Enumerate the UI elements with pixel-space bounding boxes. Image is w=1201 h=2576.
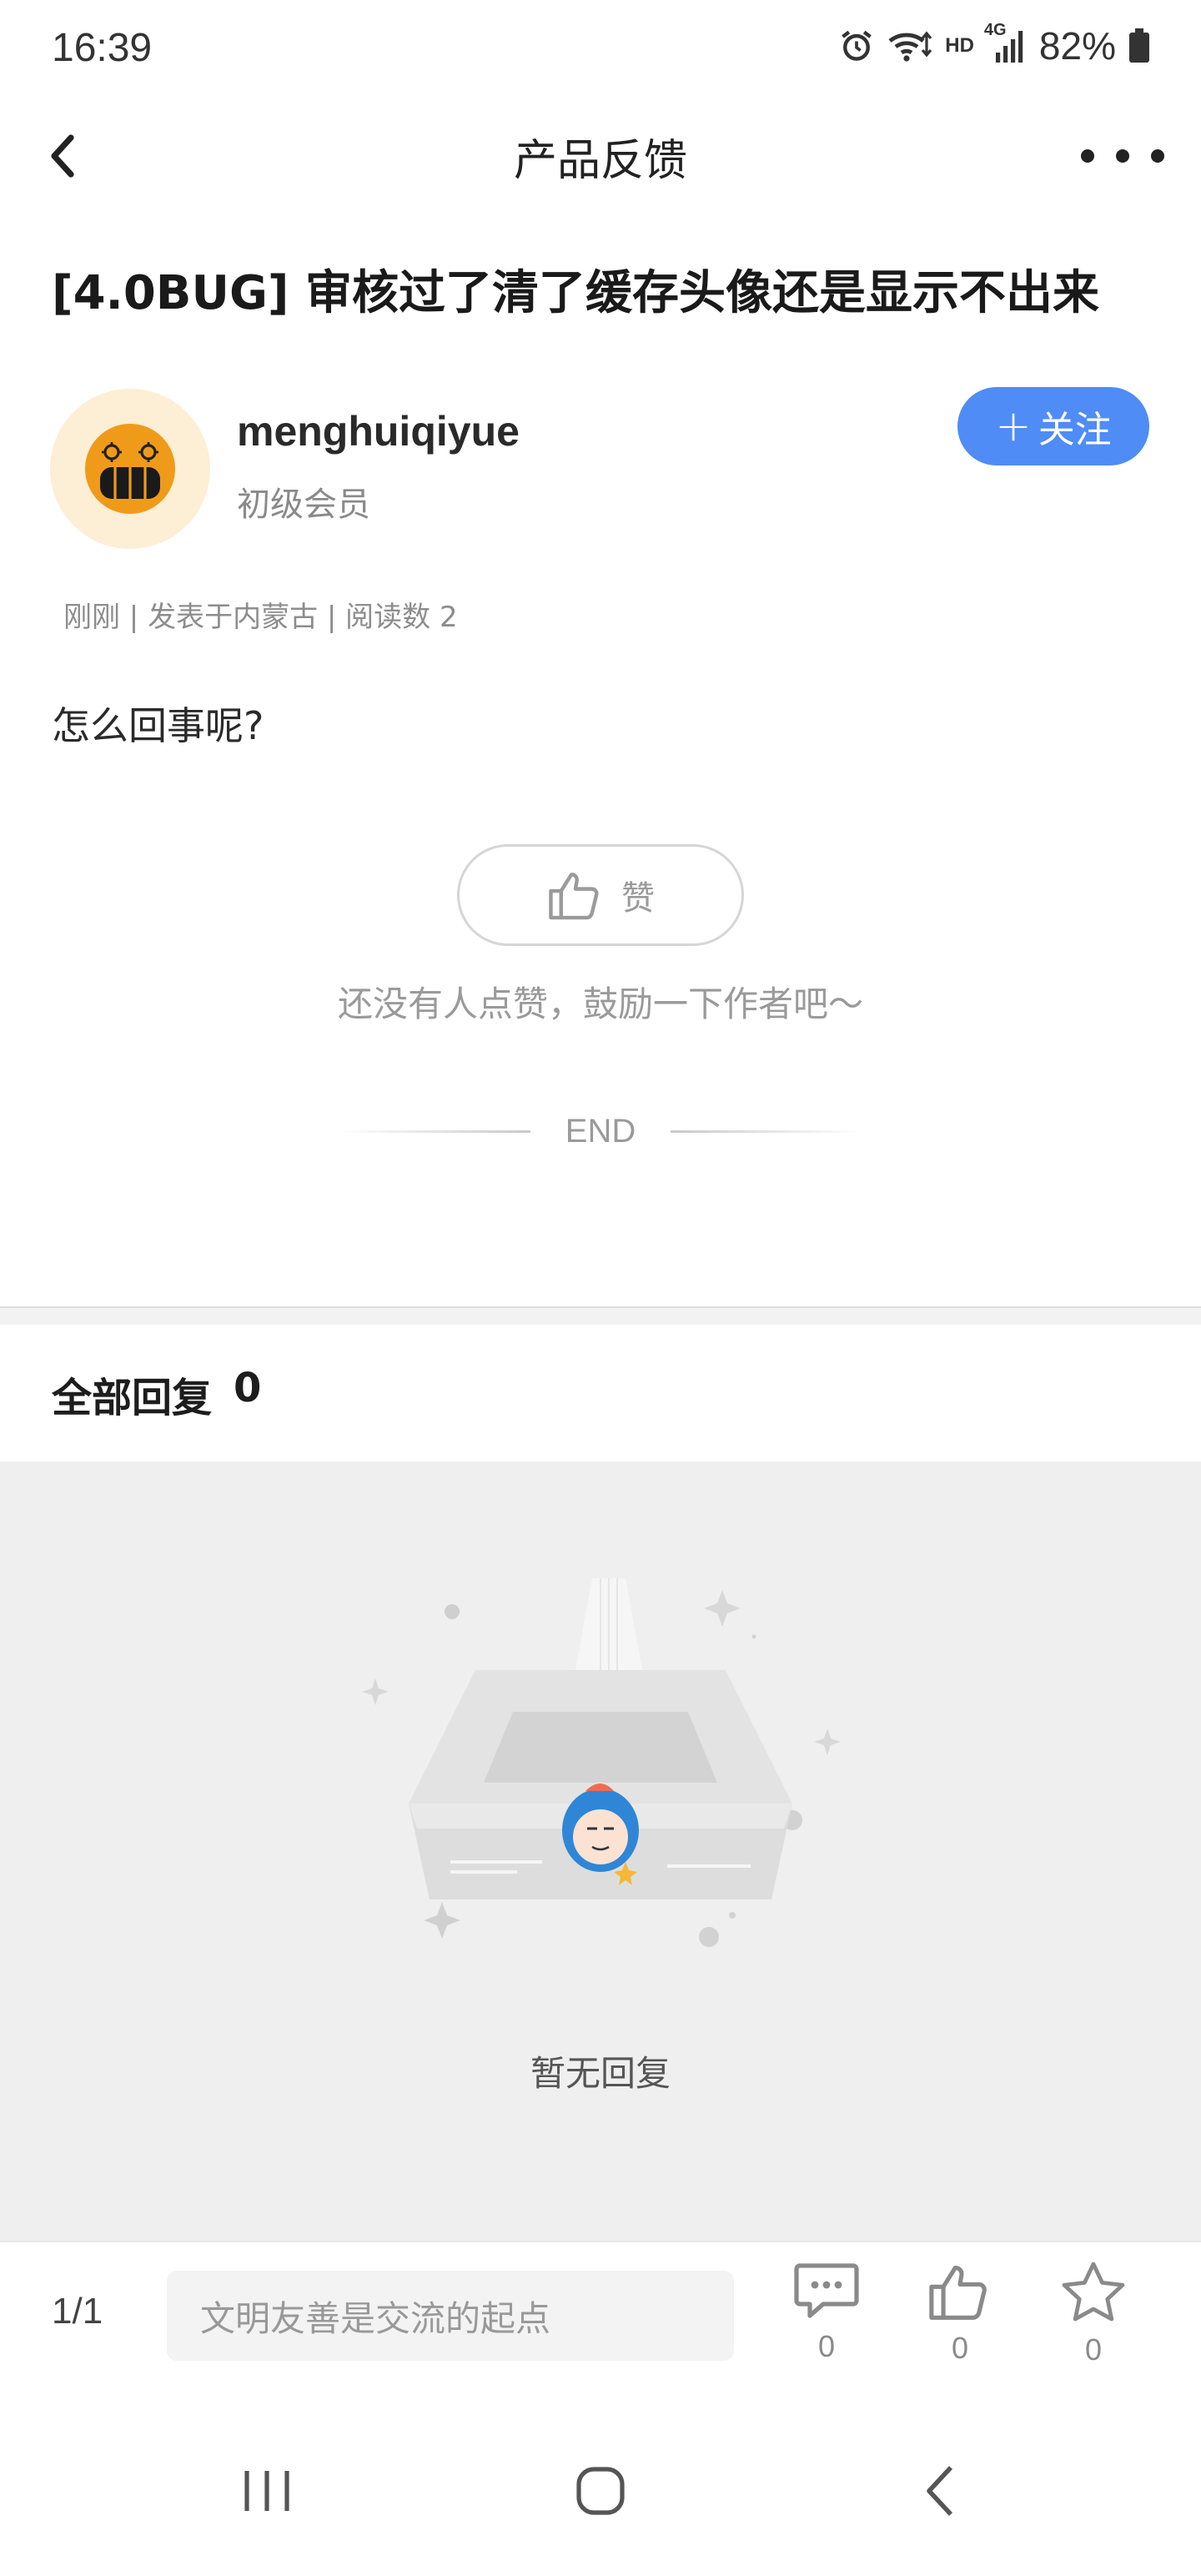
divider [338,1130,530,1133]
comment-button[interactable]: 0 [781,2261,872,2386]
bottom-bar: 1/1 文明友善是交流的起点 0 0 0 [0,2241,1201,2399]
thumbs-up-icon [929,2265,987,2320]
avatar[interactable] [50,389,210,549]
favorite-count: 0 [1084,2332,1103,2367]
home-icon [576,2467,625,2515]
divider [671,1130,863,1133]
author-name[interactable]: menghuiqiyue [237,407,520,455]
replies-label: 全部回复 [52,1375,213,1421]
signal-icon: 4G [984,21,1028,64]
home-button[interactable] [567,2458,634,2524]
plus-icon: + [995,401,1032,451]
comment-input[interactable]: 文明友善是交流的起点 [167,2271,734,2361]
more-dots-icon [1081,149,1094,163]
follow-button[interactable]: + 关注 [957,387,1149,465]
status-time: 16:39 [52,26,153,70]
page-title: 产品反馈 [513,136,687,186]
recent-apps-button[interactable] [234,2458,300,2524]
like-label: 赞 [621,879,655,918]
system-nav-bar [0,2399,1201,2576]
system-back-button[interactable] [906,2458,972,2524]
like-action-button[interactable]: 0 [914,2261,1006,2386]
back-arrow-icon [927,2466,953,2516]
empty-replies: 暂无回复 [0,1462,1201,2242]
post-meta: 刚刚 | 发表于内蒙古 | 阅读数 2 [63,601,458,634]
thumbs-up-icon [549,873,599,920]
star-icon [1062,2262,1125,2322]
section-divider [0,1306,1201,1325]
more-button[interactable] [1081,135,1164,177]
favorite-button[interactable]: 0 [1048,2261,1139,2386]
wifi-icon [887,28,933,64]
battery-icon [1128,28,1151,64]
nav-bar: 产品反馈 [0,108,1201,200]
end-marker: END [0,1108,1201,1155]
alarm-icon [838,28,875,64]
like-count: 0 [951,2331,969,2365]
hd-indicator: HD [945,34,974,57]
avatar-face-icon [85,424,175,514]
follow-label: 关注 [1038,409,1112,451]
post-body: 怎么回事呢? [52,703,264,748]
author-level: 初级会员 [237,486,370,524]
battery-percent: 82% [1038,24,1116,68]
page-indicator[interactable]: 1/1 [52,2291,103,2332]
post-title: [4.0BUG] 审核过了清了缓存头像还是显示不出来 [52,266,1100,320]
comment-count: 0 [817,2329,836,2363]
recent-apps-icon [244,2471,289,2511]
status-bar: 16:39 HD 4G 82% [0,0,1201,100]
like-button[interactable]: 赞 [457,844,744,946]
like-hint: 还没有人点赞，鼓励一下作者吧～ [337,984,863,1024]
replies-count: 0 [234,1365,262,1411]
comment-icon [794,2263,859,2318]
empty-box-illustration [362,1578,841,1947]
replies-header: 全部回复 0 [52,1365,261,1423]
status-icons: HD 4G 82% [838,21,1151,68]
empty-text: 暂无回复 [530,2053,671,2094]
end-label: END [565,1112,636,1150]
